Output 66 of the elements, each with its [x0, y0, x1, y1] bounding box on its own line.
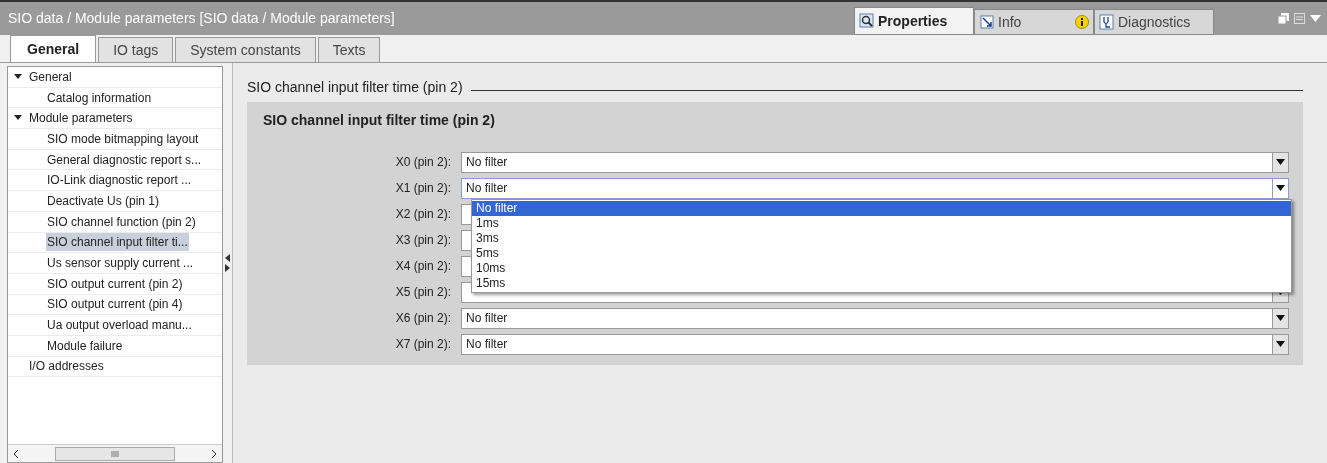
select-field[interactable]: No filter [461, 151, 1289, 173]
inspector-tab[interactable]: Diagnostics [1094, 9, 1214, 35]
tab[interactable]: IO tags [98, 37, 174, 62]
dropdown-button[interactable] [1272, 308, 1288, 328]
float-window-icon[interactable] [1278, 13, 1289, 24]
info-badge-icon [1075, 15, 1089, 29]
group-title: SIO channel input filter time (pin 2) [263, 111, 496, 130]
tree-item[interactable]: IO-Link diagnostic report ... [46, 171, 193, 190]
horizontal-scrollbar[interactable] [8, 444, 222, 462]
select-value: No filter [465, 154, 509, 171]
tree-item[interactable]: Catalog information [46, 88, 153, 107]
caret-icon [1276, 315, 1285, 321]
select-field[interactable]: No filter [461, 307, 1289, 329]
magnifier-icon [859, 13, 875, 29]
select-value: No filter [465, 310, 509, 327]
select-value: No filter [465, 336, 509, 353]
field-label: X0 (pin 2): [394, 154, 452, 171]
caret-icon [1276, 185, 1285, 191]
field-label: X6 (pin 2): [394, 310, 452, 327]
tree-item[interactable]: General diagnostic report s... [46, 150, 203, 169]
tree-item[interactable]: Module failure [46, 336, 124, 355]
dropdown-button[interactable] [1272, 334, 1288, 354]
section-heading: SIO channel input filter time (pin 2) [247, 78, 463, 97]
field-label: X5 (pin 2): [394, 284, 452, 301]
field-label: X4 (pin 2): [394, 258, 452, 275]
select-value: No filter [465, 180, 509, 197]
window-title: SIO data / Module parameters [SIO data / Module parameters] [8, 9, 395, 28]
dropdown-option[interactable]: 15ms [472, 276, 1291, 291]
field-label: X7 (pin 2): [394, 336, 452, 353]
tree-item[interactable]: I/O addresses [28, 357, 105, 376]
dropdown-option[interactable]: 1ms [472, 216, 1291, 231]
dropdown-button[interactable] [1272, 152, 1288, 172]
tree-item[interactable]: SIO channel input filter ti... [46, 233, 189, 252]
dropdown-option[interactable]: 5ms [472, 246, 1291, 261]
arrows-icon [979, 14, 995, 30]
scroll-thumb-icon[interactable] [55, 446, 175, 461]
tree-item[interactable]: Us sensor supply current ... [46, 254, 195, 273]
tree-item[interactable]: Deactivate Us (pin 1) [46, 191, 161, 210]
dropdown-button[interactable] [1272, 178, 1288, 198]
expand-right-icon[interactable] [225, 264, 230, 272]
stethoscope-icon [1099, 14, 1115, 30]
field-label: X2 (pin 2): [394, 206, 452, 223]
tree-item[interactable]: SIO output current (pin 4) [46, 295, 184, 314]
expanded-icon [14, 72, 22, 81]
dropdown-icon[interactable] [1310, 14, 1321, 23]
tree-item[interactable]: Module parameters [28, 109, 134, 128]
tree-item[interactable]: SIO channel function (pin 2) [46, 212, 197, 231]
caret-icon [1276, 159, 1285, 165]
tree-item[interactable]: SIO mode bitmapping layout [46, 129, 200, 148]
field-label: X1 (pin 2): [394, 180, 452, 197]
inspector-tab[interactable]: Info [974, 9, 1094, 35]
select-field[interactable]: No filter [461, 333, 1289, 355]
select-field[interactable]: No filter [461, 177, 1289, 199]
tree-item[interactable]: Ua output overload manu... [46, 316, 193, 335]
dropdown-option[interactable]: 3ms [472, 231, 1291, 246]
tab[interactable]: System constants [175, 37, 316, 62]
tab[interactable]: General [10, 35, 97, 62]
inspector-tab[interactable]: Properties [854, 7, 974, 35]
tree-item[interactable]: General [28, 67, 73, 86]
field-label: X3 (pin 2): [394, 232, 452, 249]
dropdown-option[interactable]: No filter [472, 201, 1291, 216]
collapse-left-icon[interactable] [225, 254, 230, 262]
caret-icon [1276, 341, 1285, 347]
tab[interactable]: Texts [317, 37, 381, 62]
tree-item[interactable]: SIO output current (pin 2) [46, 274, 184, 293]
dropdown-option[interactable]: 10ms [472, 261, 1291, 276]
